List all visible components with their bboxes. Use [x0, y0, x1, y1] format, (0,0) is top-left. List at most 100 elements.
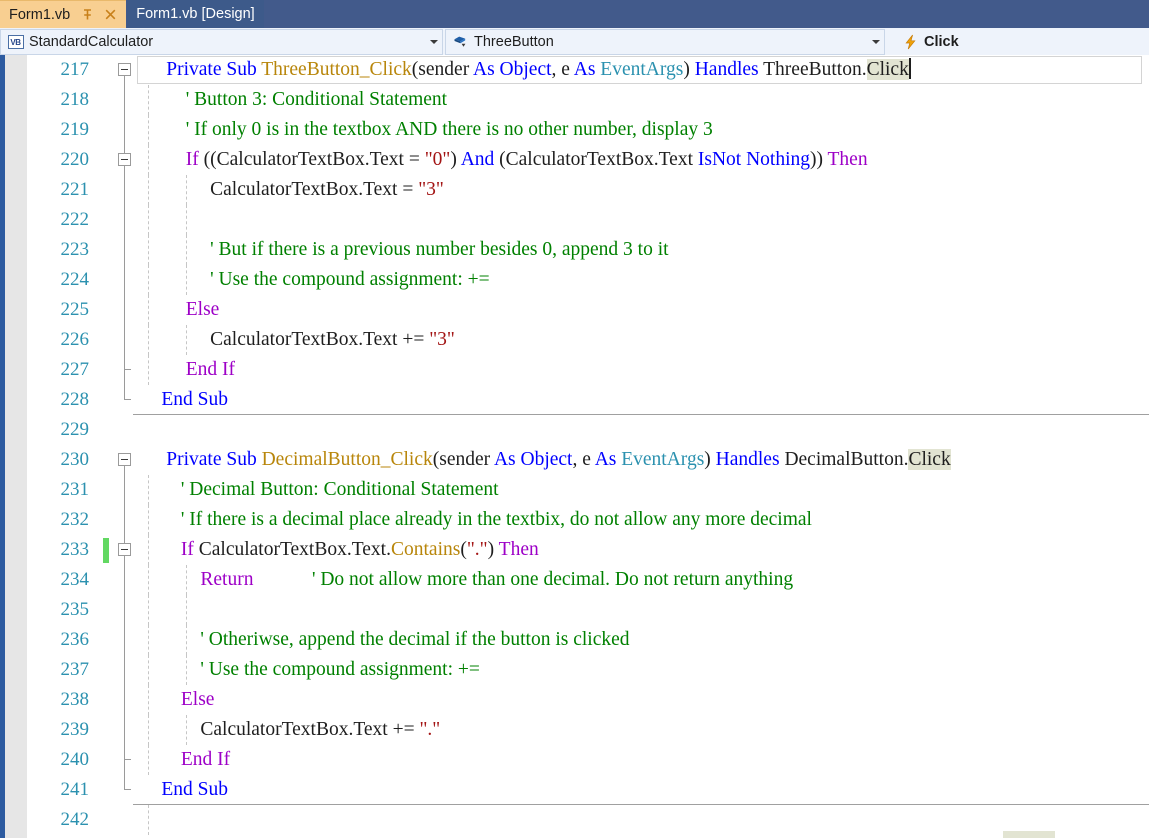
code-text[interactable]: ' Otheriwse, append the decimal if the b…	[137, 625, 629, 655]
chevron-down-icon[interactable]	[867, 40, 884, 44]
outlining-margin[interactable]	[116, 535, 134, 565]
outlining-margin[interactable]	[116, 385, 134, 415]
code-token: End Sub	[161, 389, 229, 410]
outlining-margin[interactable]	[116, 55, 134, 85]
code-text[interactable]: End Sub	[137, 775, 228, 805]
code-line[interactable]: 227 End If	[0, 355, 1149, 385]
code-line[interactable]: 237 ' Use the compound assignment: +=	[0, 655, 1149, 685]
event-label: Click	[924, 34, 959, 50]
code-text[interactable]: If ((CalculatorTextBox.Text = "0") And (…	[137, 145, 868, 175]
code-line[interactable]: 219 ' If only 0 is in the textbox AND th…	[0, 115, 1149, 145]
outlining-margin[interactable]	[116, 625, 134, 655]
pin-icon[interactable]	[81, 8, 94, 21]
code-text[interactable]: ' Use the compound assignment: +=	[137, 655, 480, 685]
code-text[interactable]: End If	[137, 355, 235, 385]
outlining-margin[interactable]	[116, 85, 134, 115]
tab-form1-vb-design[interactable]: Form1.vb [Design]	[127, 0, 264, 28]
code-text[interactable]: Else	[137, 685, 215, 715]
outlining-margin[interactable]	[116, 505, 134, 535]
code-text[interactable]: End If	[137, 745, 230, 775]
outlining-margin[interactable]	[116, 745, 134, 775]
outlining-margin[interactable]	[116, 235, 134, 265]
outlining-margin[interactable]	[116, 145, 134, 175]
code-text[interactable]: CalculatorTextBox.Text += "."	[137, 715, 440, 745]
outlining-margin[interactable]	[116, 565, 134, 595]
code-text[interactable]: ' Button 3: Conditional Statement	[137, 85, 447, 115]
code-text[interactable]: End Sub	[137, 385, 228, 415]
code-line[interactable]: 242	[0, 805, 1149, 835]
code-token: )	[704, 449, 716, 470]
outlining-margin[interactable]	[116, 415, 134, 445]
code-line[interactable]: 226 CalculatorTextBox.Text += "3"	[0, 325, 1149, 355]
code-line[interactable]: 230 Private Sub DecimalButton_Click(send…	[0, 445, 1149, 475]
code-line[interactable]: 221 CalculatorTextBox.Text = "3"	[0, 175, 1149, 205]
code-line[interactable]: 228 End Sub	[0, 385, 1149, 415]
code-line[interactable]: 229	[0, 415, 1149, 445]
code-line[interactable]: 224 ' Use the compound assignment: +=	[0, 265, 1149, 295]
code-line[interactable]: 233 If CalculatorTextBox.Text.Contains("…	[0, 535, 1149, 565]
code-text[interactable]: ' If there is a decimal place already in…	[137, 505, 812, 535]
outlining-margin[interactable]	[116, 715, 134, 745]
code-line[interactable]: 217 Private Sub ThreeButton_Click(sender…	[0, 55, 1149, 85]
code-line[interactable]: 236 ' Otheriwse, append the decimal if t…	[0, 625, 1149, 655]
project-type-dropdown[interactable]: VB StandardCalculator	[0, 29, 443, 55]
code-token: DecimalButton_Click	[261, 449, 433, 470]
code-token: If	[180, 539, 199, 560]
code-line[interactable]: 239 CalculatorTextBox.Text += "."	[0, 715, 1149, 745]
code-token: As	[493, 449, 521, 470]
code-text[interactable]: ' But if there is a previous number besi…	[137, 235, 668, 265]
outlining-margin[interactable]	[116, 445, 134, 475]
code-text[interactable]: Private Sub DecimalButton_Click(sender A…	[137, 445, 951, 475]
code-line[interactable]: 240 End If	[0, 745, 1149, 775]
code-line[interactable]: 225 Else	[0, 295, 1149, 325]
outlining-margin[interactable]	[116, 355, 134, 385]
outlining-margin[interactable]	[116, 805, 134, 835]
code-editor-surface[interactable]: 217 Private Sub ThreeButton_Click(sender…	[0, 55, 1149, 838]
outlining-margin[interactable]	[116, 775, 134, 805]
code-text[interactable]: ' Decimal Button: Conditional Statement	[137, 475, 499, 505]
code-line[interactable]: 241 End Sub	[0, 775, 1149, 805]
outlining-margin[interactable]	[116, 475, 134, 505]
collapse-region-icon[interactable]	[118, 453, 131, 466]
code-text[interactable]: Return ' Do not allow more than one deci…	[137, 565, 793, 595]
member-dropdown[interactable]: ThreeButton	[445, 29, 885, 55]
outlining-margin[interactable]	[116, 115, 134, 145]
outlining-margin[interactable]	[116, 295, 134, 325]
code-text[interactable]: Else	[137, 295, 220, 325]
outlining-margin[interactable]	[116, 655, 134, 685]
outlining-margin[interactable]	[116, 595, 134, 625]
reference-highlight-ghost	[1003, 831, 1055, 838]
outline-vertical-line	[124, 175, 125, 205]
outline-vertical-line	[124, 265, 125, 295]
outlining-margin[interactable]	[116, 685, 134, 715]
code-text[interactable]: ' If only 0 is in the textbox AND there …	[137, 115, 713, 145]
code-text[interactable]: CalculatorTextBox.Text += "3"	[137, 325, 455, 355]
indent-guide	[148, 595, 149, 625]
collapse-region-icon[interactable]	[118, 543, 131, 556]
chevron-down-icon[interactable]	[425, 40, 442, 44]
code-line[interactable]: 218 ' Button 3: Conditional Statement	[0, 85, 1149, 115]
code-text[interactable]: ' Use the compound assignment: +=	[137, 265, 490, 295]
code-line[interactable]: 231 ' Decimal Button: Conditional Statem…	[0, 475, 1149, 505]
code-text[interactable]: Private Sub ThreeButton_Click(sender As …	[137, 55, 911, 85]
code-text[interactable]: If CalculatorTextBox.Text.Contains(".") …	[137, 535, 539, 565]
code-line[interactable]: 235	[0, 595, 1149, 625]
code-line[interactable]: 238 Else	[0, 685, 1149, 715]
code-line[interactable]: 220 If ((CalculatorTextBox.Text = "0") A…	[0, 145, 1149, 175]
close-icon[interactable]	[104, 8, 117, 21]
outlining-margin[interactable]	[116, 205, 134, 235]
outlining-margin[interactable]	[116, 325, 134, 355]
collapse-region-icon[interactable]	[118, 153, 131, 166]
code-line[interactable]: 234 Return ' Do not allow more than one …	[0, 565, 1149, 595]
code-line[interactable]: 223 ' But if there is a previous number …	[0, 235, 1149, 265]
code-line[interactable]: 232 ' If there is a decimal place alread…	[0, 505, 1149, 535]
code-lines-container[interactable]: 217 Private Sub ThreeButton_Click(sender…	[0, 55, 1149, 835]
collapse-region-icon[interactable]	[118, 63, 131, 76]
outlining-margin[interactable]	[116, 265, 134, 295]
outlining-margin[interactable]	[116, 175, 134, 205]
tab-form1-vb[interactable]: Form1.vb	[0, 0, 127, 28]
code-text[interactable]: CalculatorTextBox.Text = "3"	[137, 175, 444, 205]
code-line[interactable]: 222	[0, 205, 1149, 235]
code-token: Private Sub	[166, 59, 262, 80]
